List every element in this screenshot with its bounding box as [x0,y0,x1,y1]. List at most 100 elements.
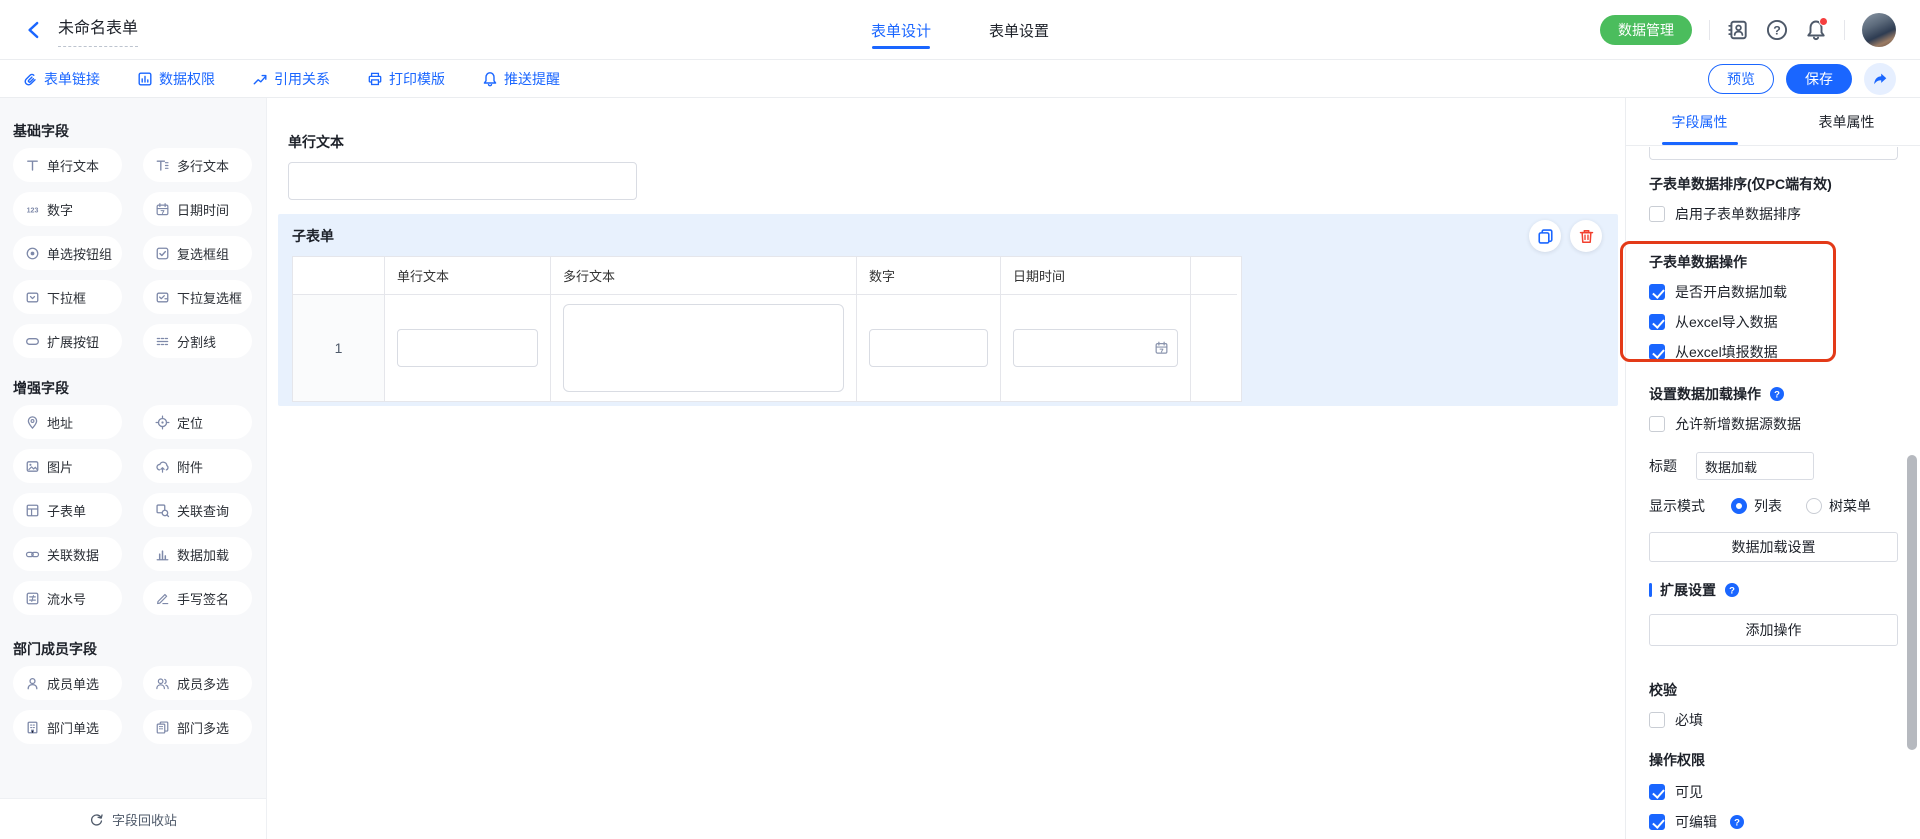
add-operation-button[interactable]: 添加操作 [1649,614,1898,646]
palette-item-select[interactable]: 下拉框 [13,280,122,314]
option-label: 启用子表单数据排序 [1675,204,1801,224]
palette-item-checkbox-group[interactable]: 复选框组 [143,236,252,270]
help-icon[interactable] [1724,582,1740,598]
radio-tree-mode[interactable] [1806,498,1822,514]
tab-form-settings[interactable]: 表单设置 [989,0,1049,60]
option-visible[interactable]: 可见 [1649,782,1897,802]
palette-item-label: 关联查询 [177,501,229,520]
help-icon[interactable] [1766,19,1788,41]
palette-item-data-load[interactable]: 数据加载 [143,537,252,571]
option-allow-add-source-data[interactable]: 允许新增数据源数据 [1649,414,1897,434]
palette-item-multi-select[interactable]: 下拉复选框 [143,280,252,314]
push-remind-icon [482,71,498,87]
form-title[interactable]: 未命名表单 [58,19,138,47]
print-template-button[interactable]: 打印模版 [367,69,445,89]
option-excel-fill[interactable]: 从excel填报数据 [1649,342,1897,362]
checkbox[interactable] [1649,712,1665,728]
option-label: 必填 [1675,710,1703,730]
palette-item-attachment[interactable]: 附件 [143,449,252,483]
palette-item-divider[interactable]: 分割线 [143,324,252,358]
data-permission-icon [137,71,153,87]
palette-item-label: 下拉框 [47,288,86,307]
copy-field-button[interactable] [1529,220,1561,252]
notification-bell-icon[interactable] [1805,19,1827,41]
form-link-button[interactable]: 表单链接 [22,69,100,89]
recycle-label: 字段回收站 [112,810,177,829]
palette-item-relation-data[interactable]: 关联数据 [13,537,122,571]
tab-field-properties[interactable]: 字段属性 [1626,98,1773,145]
palette-item-serial-number[interactable]: 流水号 [13,581,122,615]
palette-item-image[interactable]: 图片 [13,449,122,483]
palette-item-relation-query[interactable]: 关联查询 [143,493,252,527]
field-single-line-block[interactable]: 单行文本 [288,132,1625,200]
checkbox[interactable] [1649,344,1665,360]
palette-item-location[interactable]: 定位 [143,405,252,439]
relation-query-icon [155,503,170,518]
title-field-label: 标题 [1649,456,1696,476]
checkbox[interactable] [1649,314,1665,330]
title-field-input[interactable] [1696,452,1814,480]
radio-label: 树菜单 [1829,496,1871,516]
help-icon[interactable] [1769,386,1785,402]
reference-relation-button[interactable]: 引用关系 [252,69,330,89]
palette-item-signature[interactable]: 手写签名 [143,581,252,615]
delete-field-button[interactable] [1570,220,1602,252]
checkbox[interactable] [1649,814,1665,830]
back-icon[interactable] [24,20,44,40]
single-line-text-icon [25,158,40,173]
palette-item-label: 复选框组 [177,244,229,263]
subform-multi-line-textarea[interactable] [563,304,844,392]
subform-sort-title: 子表单数据排序(仅PC端有效) [1649,174,1897,194]
checkbox[interactable] [1649,284,1665,300]
save-button[interactable]: 保存 [1786,64,1852,94]
palette-item-member-multi[interactable]: 成员多选 [143,666,252,700]
data-permission-button[interactable]: 数据权限 [137,69,215,89]
tab-form-properties[interactable]: 表单属性 [1773,98,1920,145]
option-editable[interactable]: 可编辑 [1649,812,1897,832]
help-icon[interactable] [1729,814,1745,830]
properties-panel: 字段属性 表单属性 子表单数据排序(仅PC端有效) 启用子表单数据排序 子表单数… [1625,98,1920,839]
checkbox[interactable] [1649,206,1665,222]
radio-list-mode[interactable] [1731,498,1747,514]
push-remind-button[interactable]: 推送提醒 [482,69,560,89]
single-line-text-input[interactable] [288,162,637,200]
field-recycle-bin[interactable]: 字段回收站 [0,798,266,839]
data-load-settings-button[interactable]: 数据加载设置 [1649,532,1898,562]
palette-item-dept-single[interactable]: 部门单选 [13,710,122,744]
avatar[interactable] [1862,13,1896,47]
palette-item-extend-button[interactable]: 扩展按钮 [13,324,122,358]
palette-item-multi-line-text[interactable]: 多行文本 [143,148,252,182]
palette-item-dept-multi[interactable]: 部门多选 [143,710,252,744]
palette-item-datetime[interactable]: 日期时间 [143,192,252,226]
option-enable-data-load[interactable]: 是否开启数据加载 [1649,282,1897,302]
option-required[interactable]: 必填 [1649,710,1897,730]
option-excel-import[interactable]: 从excel导入数据 [1649,312,1897,332]
checkbox[interactable] [1649,784,1665,800]
palette-item-radio-group[interactable]: 单选按钮组 [13,236,122,270]
copy-icon [1537,228,1554,245]
preview-button[interactable]: 预览 [1708,64,1774,94]
palette-item-label: 多行文本 [177,156,229,175]
section-title-basic: 基础字段 [13,121,266,141]
option-enable-subform-sort[interactable]: 启用子表单数据排序 [1649,204,1897,224]
palette-item-number[interactable]: 数字 [13,192,122,226]
subform-single-line-input[interactable] [397,329,538,367]
header-tabs: 表单设计 表单设置 [871,0,1049,60]
checkbox[interactable] [1649,416,1665,432]
subform-block-selected[interactable]: 子表单 单行文本 多行文本 数字 日期时间 1 [278,214,1618,406]
calendar-icon [1154,341,1169,356]
palette-item-member-single[interactable]: 成员单选 [13,666,122,700]
data-manage-button[interactable]: 数据管理 [1600,15,1692,45]
palette-item-address[interactable]: 地址 [13,405,122,439]
share-button[interactable] [1864,63,1896,95]
subform-number-input[interactable] [869,329,988,367]
vertical-scrollbar-thumb[interactable] [1907,455,1917,750]
palette-item-subform[interactable]: 子表单 [13,493,122,527]
palette-item-single-line-text[interactable]: 单行文本 [13,148,122,182]
checkbox-group-icon [155,246,170,261]
contacts-icon[interactable] [1727,19,1749,41]
extension-title: 扩展设置 [1660,580,1716,600]
tab-form-design[interactable]: 表单设计 [871,0,931,60]
subform-actions [1529,220,1602,252]
link-label: 引用关系 [274,69,330,89]
